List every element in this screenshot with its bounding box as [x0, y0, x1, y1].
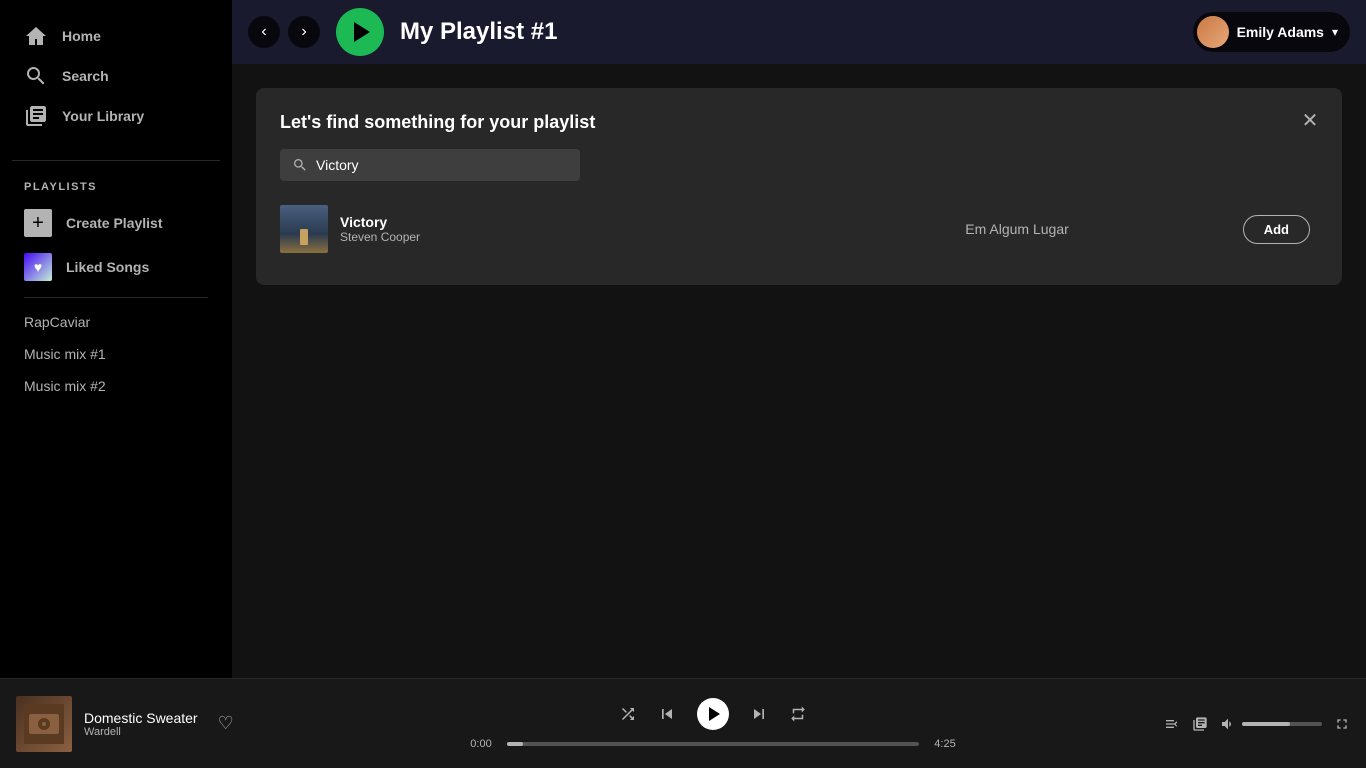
library-icon — [24, 104, 48, 128]
track-info: Domestic Sweater Wardell — [84, 710, 198, 738]
track-artist: Wardell — [84, 726, 198, 738]
playlists-section: PLAYLISTS + Create Playlist ♥ Liked Song… — [0, 169, 232, 670]
play-pause-button[interactable] — [697, 698, 729, 730]
find-panel-title: Let's find something for your playlist — [280, 112, 1318, 133]
chevron-down-icon: ▾ — [1332, 25, 1338, 39]
heart-icon: ♥ — [24, 253, 52, 281]
top-bar: ‹ › My Playlist #1 Emily Adams ▾ — [232, 0, 1366, 64]
queue-button[interactable] — [1192, 716, 1208, 732]
create-playlist-button[interactable]: + Create Playlist — [12, 201, 220, 245]
song-album: Em Algum Lugar — [791, 221, 1242, 237]
add-song-button[interactable]: Add — [1243, 215, 1310, 244]
find-panel: Let's find something for your playlist ✕ — [256, 88, 1342, 285]
play-button-large[interactable] — [336, 8, 384, 56]
play-icon — [354, 22, 370, 42]
sidebar-divider — [12, 160, 220, 161]
sidebar-item-search[interactable]: Search — [12, 56, 220, 96]
sidebar-item-home[interactable]: Home — [12, 16, 220, 56]
time-current: 0:00 — [463, 738, 499, 750]
nav-buttons: ‹ › — [248, 16, 320, 48]
sidebar: Home Search Your Library — [0, 0, 232, 678]
now-playing-album-art — [16, 696, 72, 752]
like-button[interactable]: ♡ — [218, 713, 234, 734]
playlists-label: PLAYLISTS — [12, 169, 220, 201]
progress-fill — [507, 742, 523, 746]
playlist-title: My Playlist #1 — [400, 18, 1177, 46]
user-avatar — [1197, 16, 1229, 48]
user-name: Emily Adams — [1237, 24, 1324, 40]
forward-button[interactable]: › — [288, 16, 320, 48]
shuffle-button[interactable] — [619, 705, 637, 723]
search-box — [280, 149, 580, 181]
previous-button[interactable] — [657, 704, 677, 724]
play-icon-small — [709, 707, 720, 721]
album-art — [280, 205, 328, 253]
playlist-item-rapcaviar[interactable]: RapCaviar — [12, 306, 220, 338]
next-button[interactable] — [749, 704, 769, 724]
content-area: Let's find something for your playlist ✕ — [232, 64, 1366, 678]
song-title: Victory — [340, 214, 791, 230]
time-total: 4:25 — [927, 738, 963, 750]
now-playing-right — [1130, 716, 1350, 732]
playlist-divider — [24, 297, 208, 298]
album-art-image — [280, 205, 328, 253]
track-name: Domestic Sweater — [84, 710, 198, 726]
sidebar-item-library[interactable]: Your Library — [12, 96, 220, 136]
sidebar-nav: Home Search Your Library — [0, 8, 232, 152]
now-playing-center: 0:00 4:25 — [296, 698, 1130, 750]
main-content: ‹ › My Playlist #1 Emily Adams ▾ Let's f… — [232, 0, 1366, 678]
close-panel-button[interactable]: ✕ — [1294, 104, 1326, 136]
liked-songs-button[interactable]: ♥ Liked Songs — [12, 245, 220, 289]
fullscreen-button[interactable] — [1334, 716, 1350, 732]
now-playing-bar: Domestic Sweater Wardell ♡ — [0, 678, 1366, 768]
plus-icon: + — [24, 209, 52, 237]
avatar-image — [1197, 16, 1229, 48]
progress-area: 0:00 4:25 — [463, 738, 963, 750]
search-icon-small — [292, 157, 308, 173]
playlist-item-musicmix1[interactable]: Music mix #1 — [12, 338, 220, 370]
song-artist: Steven Cooper — [340, 230, 791, 244]
volume-area — [1220, 716, 1322, 732]
back-button[interactable]: ‹ — [248, 16, 280, 48]
lyrics-button[interactable] — [1164, 716, 1180, 732]
progress-bar[interactable] — [507, 742, 919, 746]
volume-bar[interactable] — [1242, 722, 1322, 726]
repeat-button[interactable] — [789, 705, 807, 723]
album-art-figure — [300, 229, 308, 245]
user-menu[interactable]: Emily Adams ▾ — [1193, 12, 1350, 52]
now-playing-left: Domestic Sweater Wardell ♡ — [16, 696, 296, 752]
search-input[interactable] — [316, 157, 568, 173]
song-info: Victory Steven Cooper — [340, 214, 791, 244]
search-icon — [24, 64, 48, 88]
player-controls — [619, 698, 807, 730]
song-result-row: Victory Steven Cooper Em Algum Lugar Add — [280, 197, 1318, 261]
volume-fill — [1242, 722, 1290, 726]
volume-icon[interactable] — [1220, 716, 1236, 732]
playlist-item-musicmix2[interactable]: Music mix #2 — [12, 370, 220, 402]
home-icon — [24, 24, 48, 48]
